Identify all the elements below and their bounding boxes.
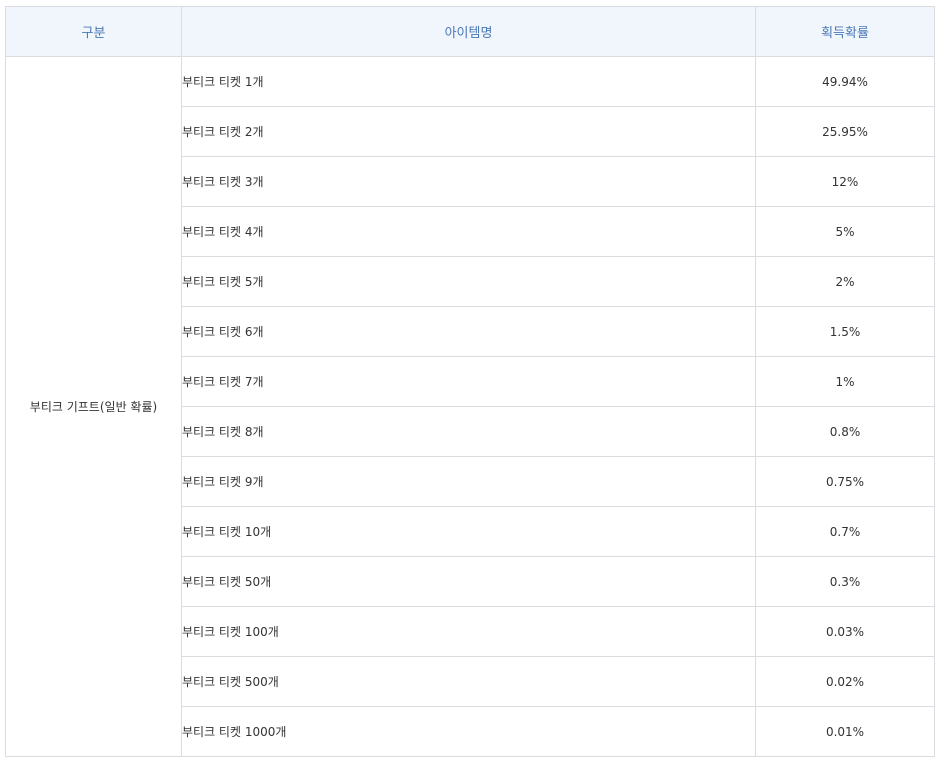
rate-cell: 2% bbox=[755, 256, 935, 307]
item-name-cell: 부티크 티켓 7개 bbox=[181, 356, 756, 407]
rate-cell: 0.7% bbox=[755, 506, 935, 557]
header-category: 구분 bbox=[5, 6, 182, 57]
item-name-cell: 부티크 티켓 1000개 bbox=[181, 706, 756, 757]
item-name-cell: 부티크 티켓 100개 bbox=[181, 606, 756, 657]
rate-cell: 0.8% bbox=[755, 406, 935, 457]
item-name-cell: 부티크 티켓 500개 bbox=[181, 656, 756, 707]
item-name-cell: 부티크 티켓 8개 bbox=[181, 406, 756, 457]
item-name-cell: 부티크 티켓 3개 bbox=[181, 156, 756, 207]
rate-cell: 49.94% bbox=[755, 56, 935, 107]
rate-cell: 0.02% bbox=[755, 656, 935, 707]
item-name-cell: 부티크 티켓 50개 bbox=[181, 556, 756, 607]
rate-cell: 0.3% bbox=[755, 556, 935, 607]
rate-cell: 25.95% bbox=[755, 106, 935, 157]
table-header: 구분 아이템명 획득확률 bbox=[5, 6, 935, 57]
probability-table-container: 구분 아이템명 획득확률 부티크 기프트(일반 확률) 부티크 티켓 1개 49… bbox=[5, 6, 935, 757]
probability-table: 구분 아이템명 획득확률 부티크 기프트(일반 확률) 부티크 티켓 1개 49… bbox=[5, 6, 935, 757]
rate-cell: 1% bbox=[755, 356, 935, 407]
item-name-cell: 부티크 티켓 5개 bbox=[181, 256, 756, 307]
table-body: 부티크 기프트(일반 확률) 부티크 티켓 1개 49.94% 부티크 티켓 2… bbox=[5, 56, 935, 757]
rate-cell: 5% bbox=[755, 206, 935, 257]
item-name-cell: 부티크 티켓 1개 bbox=[181, 56, 756, 107]
rate-cell: 0.01% bbox=[755, 706, 935, 757]
header-row: 구분 아이템명 획득확률 bbox=[5, 6, 935, 57]
item-name-cell: 부티크 티켓 2개 bbox=[181, 106, 756, 157]
item-name-cell: 부티크 티켓 6개 bbox=[181, 306, 756, 357]
rate-cell: 12% bbox=[755, 156, 935, 207]
rate-cell: 0.03% bbox=[755, 606, 935, 657]
category-cell: 부티크 기프트(일반 확률) bbox=[5, 56, 182, 757]
header-item-name: 아이템명 bbox=[181, 6, 756, 57]
item-name-cell: 부티크 티켓 9개 bbox=[181, 456, 756, 507]
table-row: 부티크 기프트(일반 확률) 부티크 티켓 1개 49.94% bbox=[5, 56, 935, 757]
header-rate: 획득확률 bbox=[755, 6, 935, 57]
item-name-cell: 부티크 티켓 10개 bbox=[181, 506, 756, 557]
rate-cell: 0.75% bbox=[755, 456, 935, 507]
item-name-cell: 부티크 티켓 4개 bbox=[181, 206, 756, 257]
rate-cell: 1.5% bbox=[755, 306, 935, 357]
